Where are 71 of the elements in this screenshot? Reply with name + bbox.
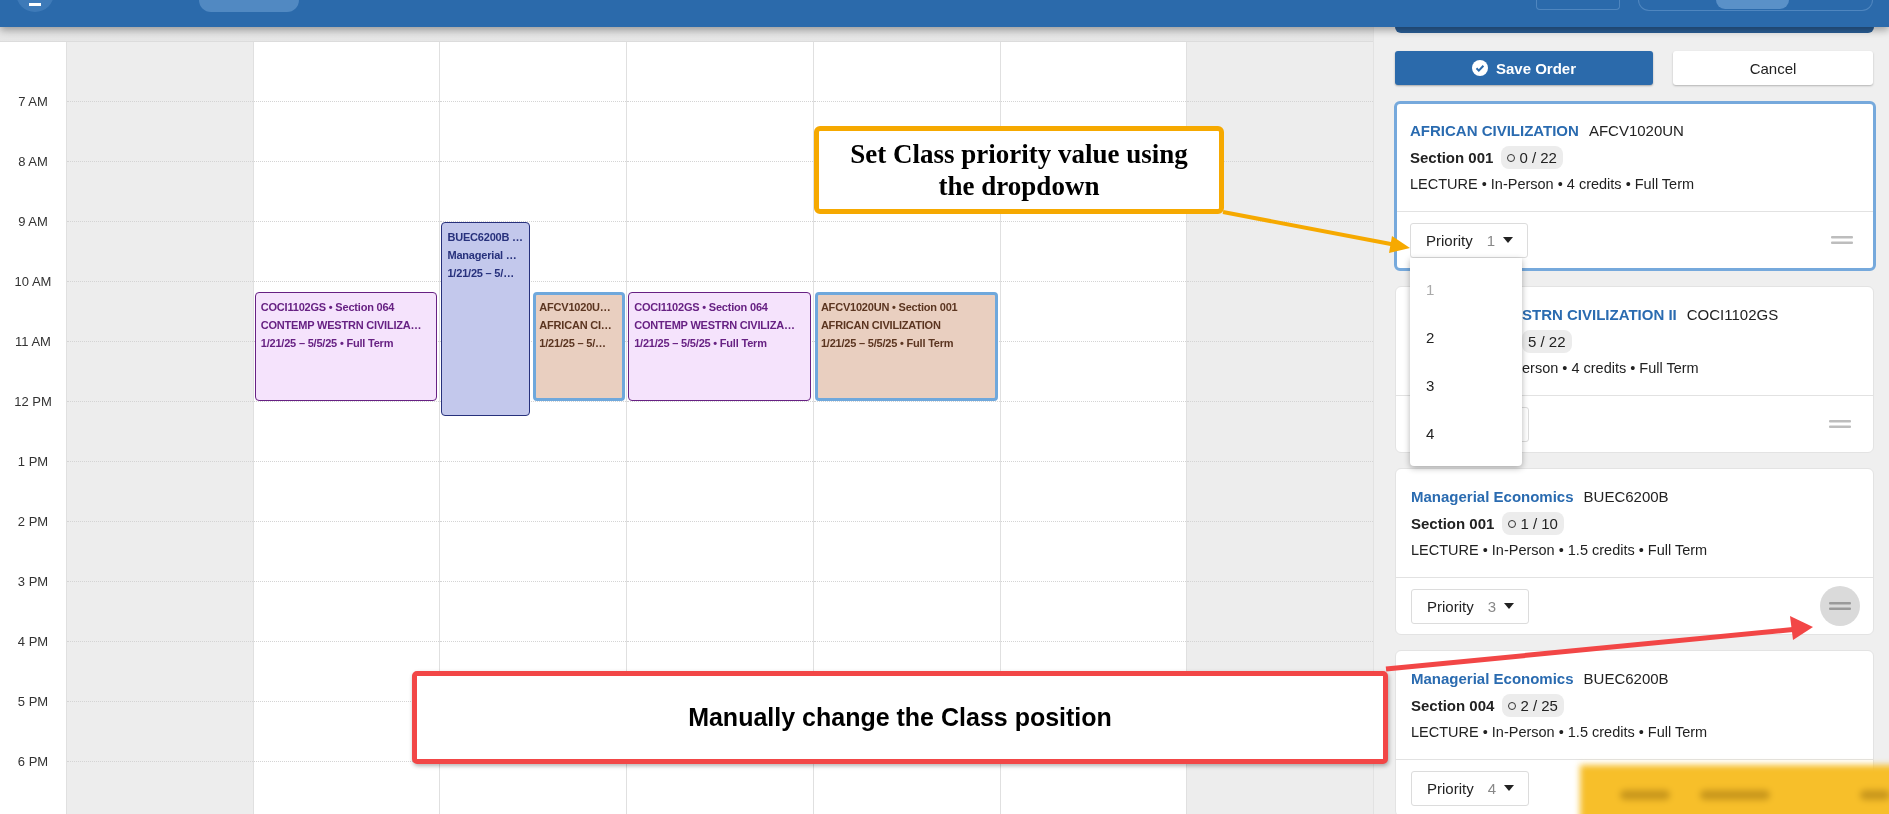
course-title[interactable]: Managerial Economics bbox=[1411, 669, 1574, 689]
callout-box: Manually change the Class position bbox=[412, 671, 1388, 764]
course-title[interactable]: AFRICAN CIVILIZATION bbox=[1410, 121, 1579, 141]
cancel-button[interactable]: Cancel bbox=[1673, 51, 1873, 85]
time-label: 8 AM bbox=[17, 152, 49, 171]
time-label: 5 PM bbox=[16, 692, 50, 711]
calendar-event[interactable]: COCI1102GS • Section 064 CONTEMP WESTRN CIVILIZA… 1/21/25 – 5/5/25 • Full Term bbox=[628, 292, 811, 401]
time-label: 6 PM bbox=[16, 752, 50, 771]
priority-dropdown[interactable]: Priority 1 bbox=[1410, 222, 1528, 258]
top-bar-button[interactable] bbox=[1536, 0, 1620, 10]
caret-icon bbox=[1504, 603, 1514, 609]
event-text: AFRICAN CIVILIZATION bbox=[820, 318, 941, 333]
class-details: LECTURE • In-Person • 1.5 credits • Full Term bbox=[1411, 723, 1709, 742]
event-text: AFRICAN CI… bbox=[539, 318, 612, 333]
calendar-event[interactable]: COCI1102GS • Section 064 CONTEMP WESTRN CIVILIZA… 1/21/25 – 5/5/25 • Full Term bbox=[254, 292, 438, 401]
time-label: 2 PM bbox=[16, 512, 50, 531]
dropdown-option[interactable]: 2 bbox=[1410, 313, 1522, 361]
event-text: Managerial … bbox=[447, 248, 517, 263]
event-text: CONTEMP WESTRN CIVILIZA… bbox=[634, 318, 795, 333]
section-label: Section 001 bbox=[1410, 149, 1494, 166]
caret-icon bbox=[1504, 785, 1514, 791]
class-details: LECTURE • In-Person • 1.5 credits • Full Term bbox=[1411, 541, 1709, 560]
priority-dropdown[interactable]: Priority 4 bbox=[1411, 770, 1529, 806]
event-text: 1/21/25 – 5/5/25 • Full Term bbox=[634, 336, 767, 351]
top-bar-button[interactable] bbox=[199, 0, 299, 12]
event-text: 1/21/25 – 5/5/25 • Full Term bbox=[820, 336, 954, 351]
time-label: 4 PM bbox=[16, 632, 50, 651]
time-label: 1 PM bbox=[16, 452, 50, 471]
time-label: 11 AM bbox=[14, 332, 52, 351]
seats-badge: 2 / 25 bbox=[1502, 694, 1564, 717]
seats-badge: 0 / 22 bbox=[1501, 146, 1563, 169]
calendar-event[interactable]: AFCV1020U… AFRICAN CI… 1/21/25 – 5/… bbox=[533, 292, 626, 401]
event-text: AFCV1020UN • Section 001 bbox=[820, 300, 958, 315]
time-label: 12 PM bbox=[13, 392, 53, 411]
drag-handle-icon bbox=[1831, 236, 1853, 244]
course-title[interactable]: Managerial Economics bbox=[1411, 487, 1574, 507]
course-code: BUEC6200B bbox=[1583, 669, 1669, 689]
priority-dropdown[interactable]: Priority 3 bbox=[1411, 588, 1529, 624]
time-label: 9 AM bbox=[17, 212, 49, 231]
section-label: Section 001 bbox=[1411, 515, 1495, 532]
class-details: LECTURE • In-Person • 4 credits • Full Term bbox=[1410, 175, 1696, 194]
drag-handle-icon bbox=[1829, 420, 1851, 428]
time-label: 7 AM bbox=[17, 92, 49, 111]
caret-icon bbox=[1503, 237, 1513, 243]
section-label: Section 004 bbox=[1411, 697, 1495, 714]
class-details: erson • 4 credits • Full Term bbox=[1522, 359, 1700, 378]
save-order-button[interactable]: Save Order bbox=[1395, 51, 1653, 85]
course-code: AFCV1020UN bbox=[1588, 121, 1684, 141]
drag-handle[interactable] bbox=[1820, 586, 1860, 626]
dropdown-option[interactable]: 3 bbox=[1410, 361, 1522, 409]
drag-handle-icon bbox=[1829, 602, 1851, 610]
calendar-event[interactable]: BUEC6200B … Managerial … 1/21/25 – 5/… bbox=[441, 222, 530, 416]
course-code: BUEC6200B bbox=[1583, 487, 1669, 507]
course-title[interactable]: STRN CIVILIZATION II bbox=[1522, 305, 1677, 325]
time-label: 3 PM bbox=[16, 572, 50, 591]
course-code: COCI1102GS bbox=[1686, 305, 1779, 325]
seats-badge: 1 / 10 bbox=[1502, 512, 1564, 535]
seats-badge: 5 / 22 bbox=[1522, 330, 1572, 353]
event-text: 1/21/25 – 5/… bbox=[539, 336, 606, 351]
check-icon bbox=[1471, 60, 1488, 76]
event-text: 1/21/25 – 5/… bbox=[447, 266, 514, 281]
callout-box: Set Class priority value using the dropdown bbox=[814, 126, 1224, 214]
calendar-event[interactable]: AFCV1020UN • Section 001 AFRICAN CIVILIZATION 1/21/25 – 5/5/25 • Full Term bbox=[814, 292, 998, 401]
event-text: COCI1102GS • Section 064 bbox=[260, 300, 395, 315]
event-text: CONTEMP WESTRN CIVILIZA… bbox=[260, 318, 422, 333]
dropdown-option[interactable]: 4 bbox=[1410, 409, 1522, 457]
event-text: AFCV1020U… bbox=[539, 300, 611, 315]
event-text: 1/21/25 – 5/5/25 • Full Term bbox=[260, 336, 394, 351]
event-text: BUEC6200B … bbox=[447, 230, 523, 245]
event-text: COCI1102GS • Section 064 bbox=[634, 300, 768, 315]
time-label: 10 AM bbox=[13, 272, 53, 291]
